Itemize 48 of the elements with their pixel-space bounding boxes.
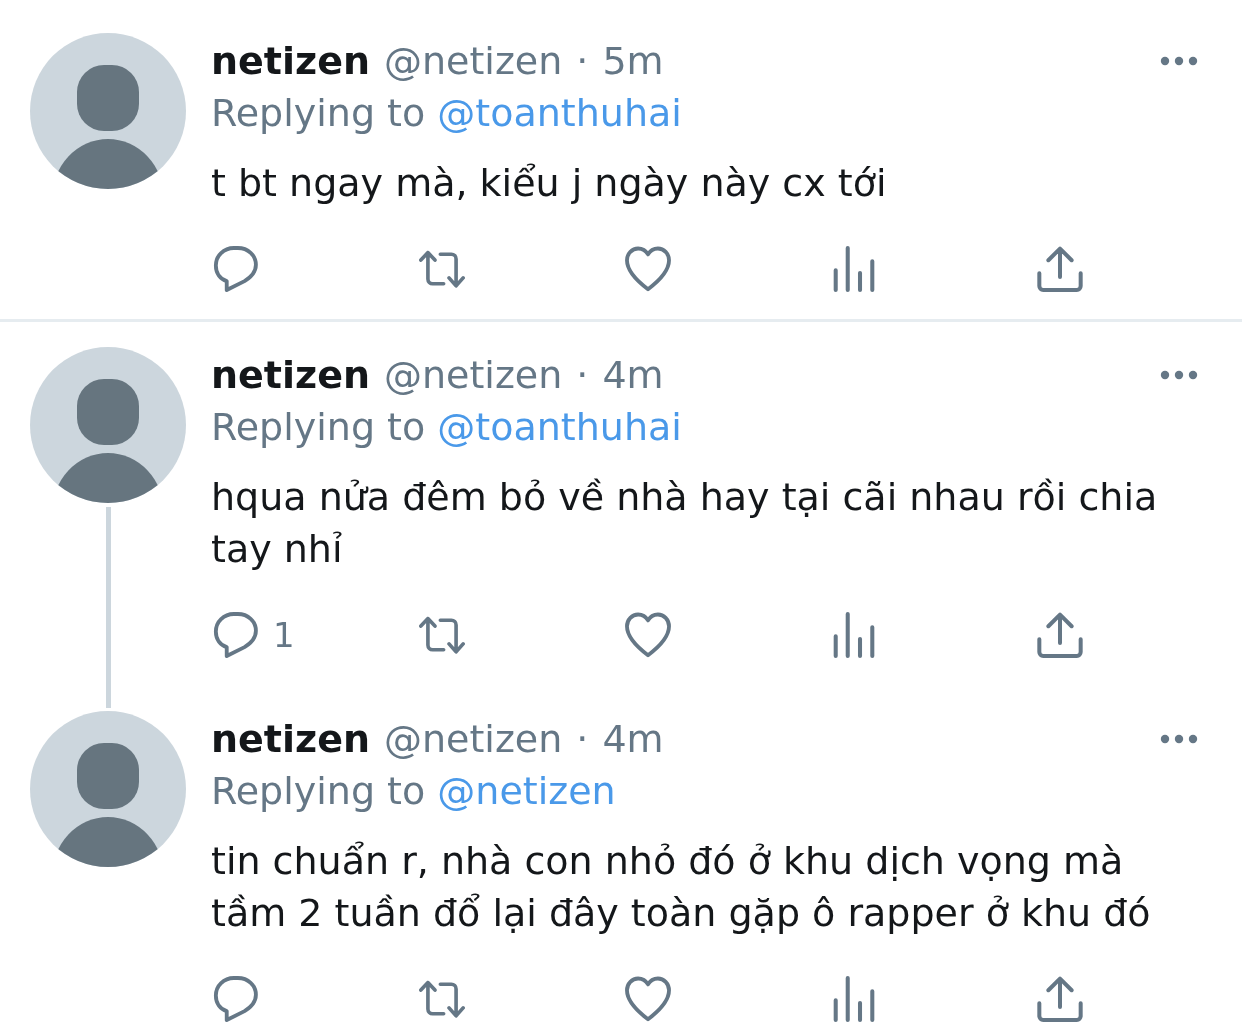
user-handle: @netizen <box>383 353 563 397</box>
reply-button[interactable] <box>211 245 259 293</box>
timestamp: 5m <box>602 39 664 83</box>
replying-to-text: Replying to @netizen <box>211 768 617 815</box>
separator-dot: · <box>576 353 589 397</box>
share-button[interactable] <box>1035 975 1083 1023</box>
avatar-icon[interactable] <box>30 347 186 503</box>
tweet-text: t bt ngay mà, kiểu j ngày này cx tới <box>211 160 888 207</box>
reply-button[interactable] <box>211 975 259 1023</box>
share-button[interactable] <box>1035 611 1083 659</box>
more-icon[interactable] <box>1160 370 1198 380</box>
display-name[interactable]: netizen <box>211 717 370 761</box>
replying-to-text: Replying to @toanthuhai <box>211 90 683 137</box>
reply-button[interactable]: 1 <box>211 611 295 659</box>
display-name[interactable]: netizen <box>211 353 370 397</box>
like-button[interactable] <box>623 975 671 1023</box>
more-icon[interactable] <box>1160 734 1198 744</box>
user-handle: @netizen <box>383 717 563 761</box>
mention-link[interactable]: @toanthuhai <box>437 405 682 449</box>
speech-bubble-icon <box>213 976 259 1022</box>
separator-dot: · <box>576 717 589 761</box>
bar-chart-icon <box>831 612 877 658</box>
avatar-icon[interactable] <box>30 711 186 867</box>
like-button[interactable] <box>623 611 671 659</box>
mention-link[interactable]: @netizen <box>437 769 616 813</box>
speech-bubble-icon <box>213 246 259 292</box>
share-button[interactable] <box>1035 245 1083 293</box>
heart-icon <box>625 612 671 658</box>
heart-icon <box>625 976 671 1022</box>
tweet-text: tin chuẩn r, nhà con nhỏ đó ở khu dịch vọng mà tầm 2 tuần đổ lại đây toàn gặp ô rapper ở khu đó <box>211 838 1152 937</box>
share-icon <box>1037 612 1083 658</box>
like-button[interactable] <box>623 245 671 293</box>
speech-bubble-icon <box>213 612 259 658</box>
more-icon[interactable] <box>1160 56 1198 66</box>
mention-link[interactable]: @toanthuhai <box>437 91 682 135</box>
replying-to-text: Replying to @toanthuhai <box>211 404 683 451</box>
share-icon <box>1037 976 1083 1022</box>
avatar-icon[interactable] <box>30 33 186 189</box>
tweet-text: hqua nửa đêm bỏ về nhà hay tại cãi nhau rồi chia tay nhỉ <box>211 474 1159 573</box>
display-name[interactable]: netizen <box>211 39 370 83</box>
share-icon <box>1037 246 1083 292</box>
user-handle: @netizen <box>383 39 563 83</box>
bar-chart-icon <box>831 246 877 292</box>
bar-chart-icon <box>831 976 877 1022</box>
heart-icon <box>625 246 671 292</box>
timestamp: 4m <box>602 353 664 397</box>
timestamp: 4m <box>602 717 664 761</box>
separator-dot: · <box>576 39 589 83</box>
